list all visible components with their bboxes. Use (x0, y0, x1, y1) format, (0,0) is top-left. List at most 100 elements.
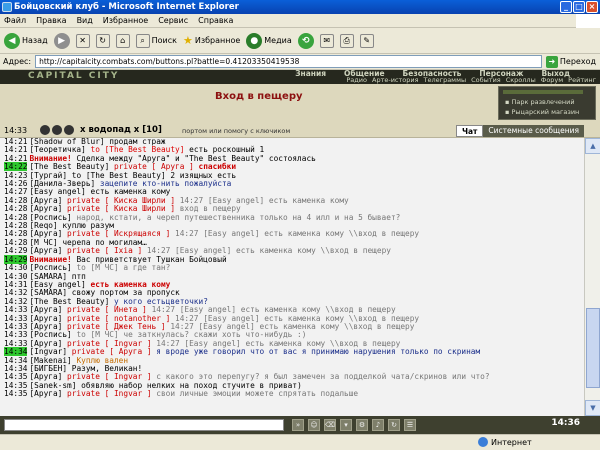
message-time: 14:34 (4, 347, 28, 357)
scroll-thumb[interactable] (586, 308, 600, 388)
menu-bar: Файл Правка Вид Избранное Сервис Справка (0, 14, 600, 28)
game-logo: CAPITAL CITY (28, 71, 120, 81)
security-zone: Интернет (478, 437, 532, 447)
zone-label: Интернет (491, 437, 532, 447)
sound-button[interactable]: ♪ (372, 419, 384, 431)
status-icons (40, 125, 74, 135)
address-input[interactable]: http://capitalcity.combats.com/buttons.p… (35, 55, 542, 68)
edit-button[interactable]: ✎ (359, 33, 374, 48)
nav-events[interactable]: События (471, 77, 501, 84)
chat-log: 14:21 [Shadow of Blur] продам страж 14:21[… (0, 138, 584, 416)
settings-button[interactable]: ⚙ (356, 419, 368, 431)
nav-radio[interactable]: Радио (346, 77, 367, 84)
go-arrow-icon: ➜ (545, 55, 558, 68)
message-time: 14:32 (4, 288, 28, 298)
game-clock: 14:36 (551, 418, 580, 428)
status-bar: Интернет (0, 434, 600, 450)
back-label: Назад (22, 36, 48, 45)
menu-view[interactable]: Вид (77, 14, 93, 27)
nav-telegrams[interactable]: Телеграммы (424, 77, 467, 84)
message-text: to [М ЧС] а где тан? (76, 263, 171, 273)
back-button[interactable]: ◀ Назад (4, 32, 48, 49)
rank-icon (52, 125, 62, 135)
maximize-button[interactable]: □ (573, 1, 585, 13)
favorites-button[interactable]: ★ Избранное (183, 34, 240, 47)
message-author[interactable]: [Аруга] (29, 389, 62, 398)
media-label: Медиа (264, 36, 292, 45)
minimize-button[interactable]: _ (560, 1, 572, 13)
filter-button[interactable]: ▾ (340, 419, 352, 431)
private-recipient[interactable]: private [ Ingvar ] (67, 389, 152, 398)
globe-icon (478, 437, 488, 447)
favorites-label: Избранное (194, 36, 241, 45)
link-amusement-park-label: Парк развлечений (511, 98, 575, 106)
smiles-button[interactable]: ☺ (308, 419, 320, 431)
message-text: 14:27 [Easy angel] есть каменка кому \\в… (175, 229, 420, 239)
forward-button[interactable]: ▶ (53, 32, 70, 49)
link-amusement-park[interactable]: ▪ Парк развлечений (505, 98, 575, 106)
link-knight-shop[interactable]: ▪ Рыцарский магазин (505, 108, 579, 116)
windows-logo-icon (576, 14, 600, 28)
nav-scrolls[interactable]: Скроллы (506, 77, 536, 84)
stop-button[interactable]: ✕ (75, 33, 90, 48)
chat-header-time: 14:33 (4, 126, 28, 135)
message-time: 14:33 (4, 330, 28, 340)
room-panel: Вход в пещеру ▪ Парк развлечений ▪ Рыцар… (0, 84, 600, 124)
message-time: 14:30 (4, 263, 28, 273)
window-titlebar: Бойцовский клуб - Microsoft Internet Exp… (0, 0, 600, 14)
tab-chat[interactable]: Чат (455, 125, 484, 137)
menu-edit[interactable]: Правка (36, 14, 66, 27)
menu-favorites[interactable]: Избранное (103, 14, 148, 27)
game-bottom-toolbar: » ☺ ⌫ ▾ ⚙ ♪ ↻ ☰ 14:36 (0, 416, 600, 434)
chat-scrollbar[interactable]: ▲ ▼ (584, 138, 600, 416)
nav-art-history[interactable]: Арте-история (372, 77, 419, 84)
link-knight-shop-label: Рыцарский магазин (511, 108, 580, 116)
address-bar: Адрес: http://capitalcity.combats.com/bu… (0, 54, 600, 70)
message-text: народ, кстати, а череп путешественника т… (76, 212, 401, 222)
message-time: 14:22 (4, 162, 28, 172)
go-label: Переход (559, 57, 596, 66)
message-time: 14:33 (4, 305, 28, 315)
tab-system-messages[interactable]: Системные сообщения (483, 125, 584, 137)
go-button[interactable]: ➜ Переход (545, 55, 600, 68)
search-icon: ⌕ (135, 33, 150, 48)
message-text: я вроде уже говорил что от вас я принима… (156, 347, 481, 357)
browser-toolbar: ◀ Назад ▶ ✕ ↻ ⌂ ⌕ Поиск ★ Избранное ● Ме… (0, 28, 600, 54)
hp-bar (503, 90, 583, 94)
message-time: 14:35 (4, 389, 28, 399)
refresh-chat-button[interactable]: ↻ (388, 419, 400, 431)
back-arrow-icon: ◀ (4, 32, 20, 49)
game-nav-sub: Радио Арте-история Телеграммы События Ск… (346, 77, 596, 84)
game-header: CAPITAL CITY Знания Общение Безопасность… (0, 70, 600, 84)
close-button[interactable]: × (586, 1, 598, 13)
message-time: 14:29 (4, 246, 28, 256)
search-button[interactable]: ⌕ Поиск (135, 33, 177, 48)
nav-knowledge[interactable]: Знания (295, 70, 326, 78)
chat-header: 14:33 x водопад x [10] портом или помогу… (0, 124, 600, 138)
print-button[interactable]: ⎙ (339, 33, 354, 48)
location-box: ▪ Парк развлечений ▪ Рыцарский магазин (498, 86, 596, 120)
chat-message: 14:30 [Роспись] to [М ЧС] а где тан? (4, 263, 584, 273)
menu-help[interactable]: Справка (198, 14, 233, 27)
mail-button[interactable]: ✉ (319, 33, 334, 48)
media-button[interactable]: ● Медиа (246, 32, 292, 49)
nav-forum[interactable]: Форум (541, 77, 563, 84)
current-user[interactable]: x водопад x [10] (80, 125, 162, 135)
scroll-up-button[interactable]: ▲ (585, 138, 600, 154)
history-button[interactable]: ⟲ (297, 32, 314, 49)
refresh-button[interactable]: ↻ (95, 33, 110, 48)
nav-rating[interactable]: Рейтинг (568, 77, 596, 84)
clear-button[interactable]: ⌫ (324, 419, 336, 431)
message-time: 14:28 (4, 204, 28, 214)
chat-input[interactable] (4, 419, 284, 431)
menu-file[interactable]: Файл (4, 14, 26, 27)
users-button[interactable]: ☰ (404, 419, 416, 431)
menu-tools[interactable]: Сервис (158, 14, 188, 27)
clan-icon (40, 125, 50, 135)
home-button[interactable]: ⌂ (115, 33, 130, 48)
send-button[interactable]: » (292, 419, 304, 431)
chat-tools: » ☺ ⌫ ▾ ⚙ ♪ ↻ ☰ (292, 419, 416, 431)
ie-icon (2, 2, 12, 12)
scroll-down-button[interactable]: ▼ (585, 400, 600, 416)
media-icon: ● (246, 32, 263, 49)
